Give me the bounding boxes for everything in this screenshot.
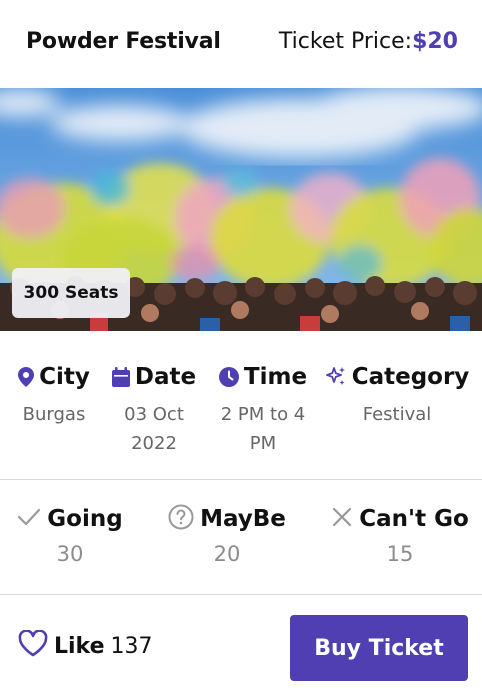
cant-go-count: 15 [386,542,414,566]
category-label: Category [351,364,470,390]
date-value: 03 Oct 2022 [124,404,184,454]
clock-icon [218,367,239,387]
category-value: Festival [362,404,432,425]
question-circle-icon [168,504,194,535]
city-value: Burgas [22,404,86,425]
event-card: Powder Festival Ticket Price:$20 300 Sea… [0,0,482,693]
time-label: Time [243,364,308,390]
x-icon [331,506,353,533]
maybe-label: MayBe [200,506,286,532]
event-title: Powder Festival [26,29,221,54]
like-label: Like [54,633,105,659]
maybe-count: 20 [213,542,241,566]
going-count: 30 [56,542,84,566]
date-label: Date [134,364,197,390]
calendar-icon [111,367,130,387]
check-icon [17,507,41,532]
seats-badge: 300 Seats [12,268,130,318]
buy-ticket-button[interactable]: Buy Ticket [290,615,468,681]
info-city: City Burgas [14,360,94,429]
like-button[interactable]: Like 137 [18,629,153,662]
cant-go-label: Can't Go [359,506,469,532]
sparkles-icon [325,366,347,388]
info-time: Time 2 PM to 4 PM [214,360,312,458]
ticket-price: Ticket Price:$20 [279,29,458,54]
divider [0,594,482,595]
price-label: Ticket Price: [278,29,413,54]
rsvp-cant-go[interactable]: Can't Go 15 [326,502,474,566]
time-value: 2 PM to 4 PM [220,404,306,454]
info-category: Category Festival [325,360,470,429]
rsvp-maybe[interactable]: MayBe 20 [162,502,292,566]
info-date: Date 03 Oct 2022 [108,360,200,458]
heart-icon [18,629,48,662]
location-pin-icon [18,367,35,387]
price-value: $20 [412,29,458,54]
going-label: Going [47,506,123,532]
like-count: 137 [110,633,153,659]
event-info: City Burgas Date 03 Oct 2022 Time 2 PM t… [0,360,482,460]
card-header: Powder Festival Ticket Price:$20 [0,0,482,88]
city-label: City [39,364,90,390]
divider [0,479,482,480]
rsvp-going[interactable]: Going 30 [14,502,126,566]
